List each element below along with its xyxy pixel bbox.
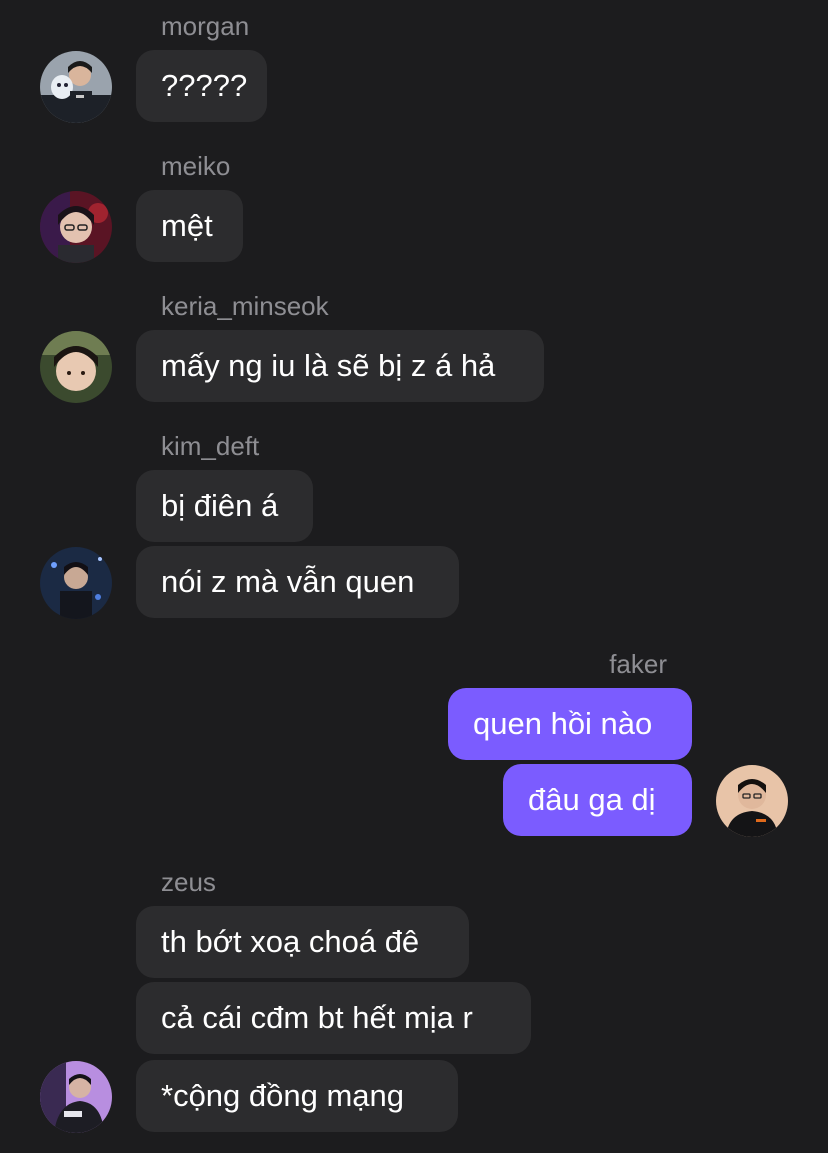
sender-name: kim_deft (161, 431, 260, 461)
chat-thread: morgan ????? meiko mệt keria_minseok mấy… (0, 0, 828, 1153)
message-bubble[interactable]: mấy ng iu là sẽ bị z á hả (136, 330, 544, 402)
avatar[interactable] (40, 547, 112, 619)
sender-name: keria_minseok (161, 291, 329, 321)
message-bubble[interactable]: *cộng đồng mạng (136, 1060, 458, 1132)
message-bubble[interactable]: cả cái cđm bt hết mịa r (136, 982, 531, 1054)
sender-name: morgan (161, 11, 250, 41)
message-bubble[interactable]: mệt (136, 190, 243, 262)
message-bubble[interactable]: ????? (136, 50, 267, 122)
avatar[interactable] (716, 765, 788, 837)
message-bubble-outgoing[interactable]: đâu ga dị (503, 764, 692, 836)
sender-name: faker (609, 649, 667, 679)
avatar[interactable] (40, 51, 112, 123)
message-bubble[interactable]: bị điên á (136, 470, 313, 542)
sender-name: zeus (161, 867, 216, 897)
sender-name: meiko (161, 151, 231, 181)
message-bubble[interactable]: nói z mà vẫn quen (136, 546, 459, 618)
avatar[interactable] (40, 331, 112, 403)
message-bubble[interactable]: th bớt xoạ choá đê (136, 906, 469, 978)
avatar[interactable] (40, 191, 112, 263)
message-bubble-outgoing[interactable]: quen hồi nào (448, 688, 692, 760)
avatar[interactable] (40, 1061, 112, 1133)
